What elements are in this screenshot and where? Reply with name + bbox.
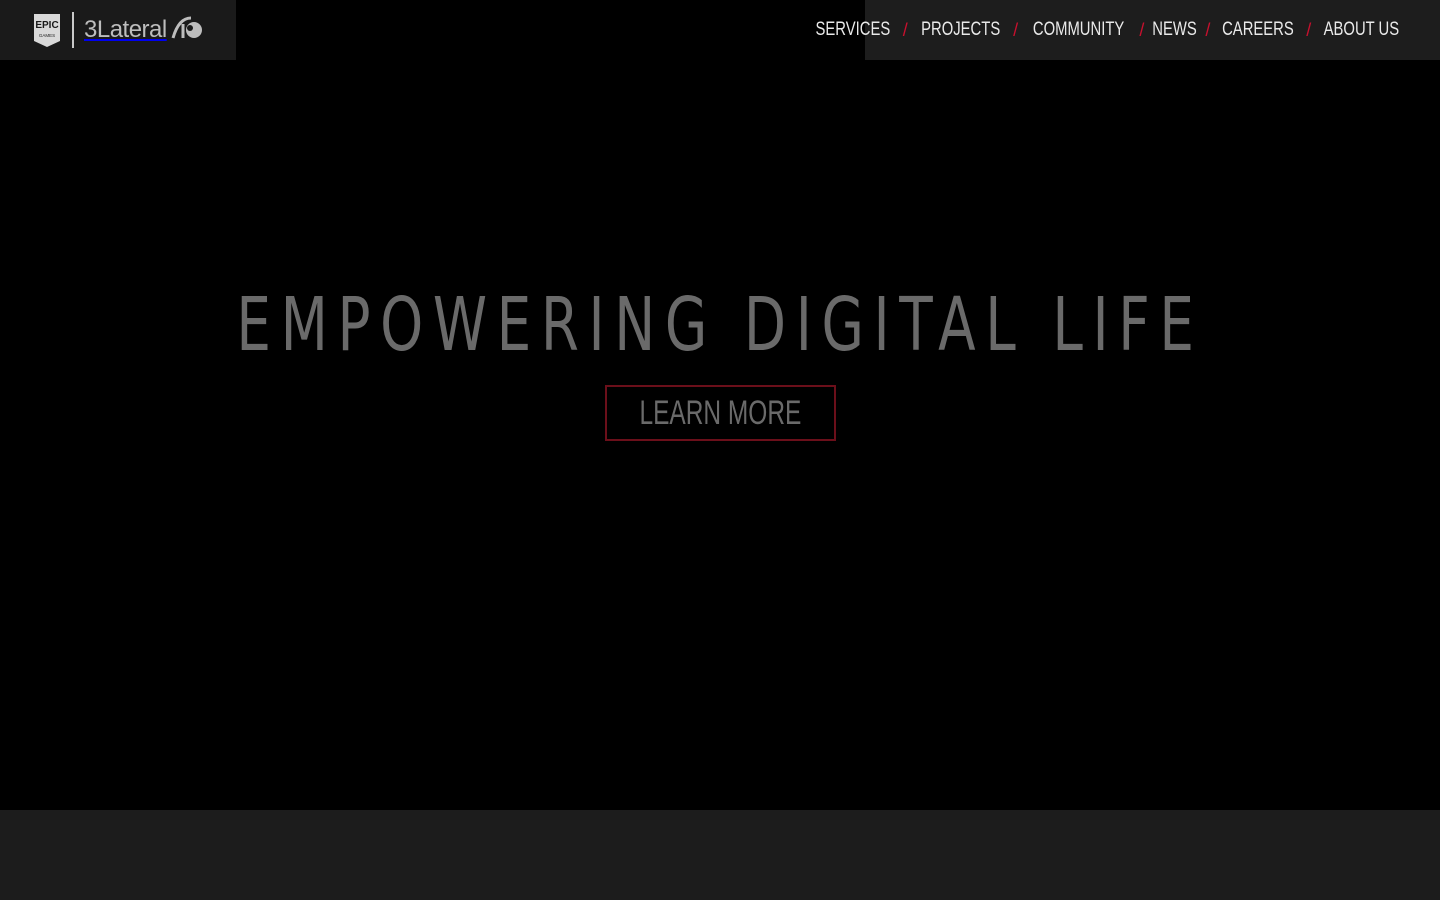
nav-item-about-us[interactable]: ABOUT US [1324,19,1399,41]
nav-item-careers[interactable]: CAREERS [1222,19,1294,41]
logo-divider [72,12,74,48]
nav-separator: / [1139,19,1145,40]
nav-item-community[interactable]: COMMUNITY [1033,19,1124,41]
nav-separator: / [902,19,908,40]
logo-link[interactable]: EPIC GAMES 3Lateral [0,0,236,60]
nav-item-services[interactable]: SERVICES [816,19,891,41]
main-nav: SERVICES / PROJECTS / COMMUNITY / NEWS /… [816,0,1440,60]
learn-more-button[interactable]: LEARN MORE [605,385,836,441]
nav-item-projects[interactable]: PROJECTS [921,19,1000,41]
nav-item-news[interactable]: NEWS [1153,19,1197,41]
learn-more-label: LEARN MORE [639,393,802,432]
hero-section: EMPOWERING DIGITAL LIFE LEARN MORE [0,60,1440,810]
nav-separator: / [1205,19,1211,40]
hero-title: EMPOWERING DIGITAL LIFE [236,282,1204,368]
epic-logo-subtext: GAMES [39,33,55,38]
footer-band [0,810,1440,900]
brand-name: 3Lateral [84,16,167,43]
epic-logo-text: EPIC [35,20,58,31]
nav-separator: / [1013,19,1019,40]
epic-games-logo-icon: EPIC GAMES [32,13,62,48]
brand-mark-icon [169,16,203,45]
nav-separator: / [1306,19,1312,40]
